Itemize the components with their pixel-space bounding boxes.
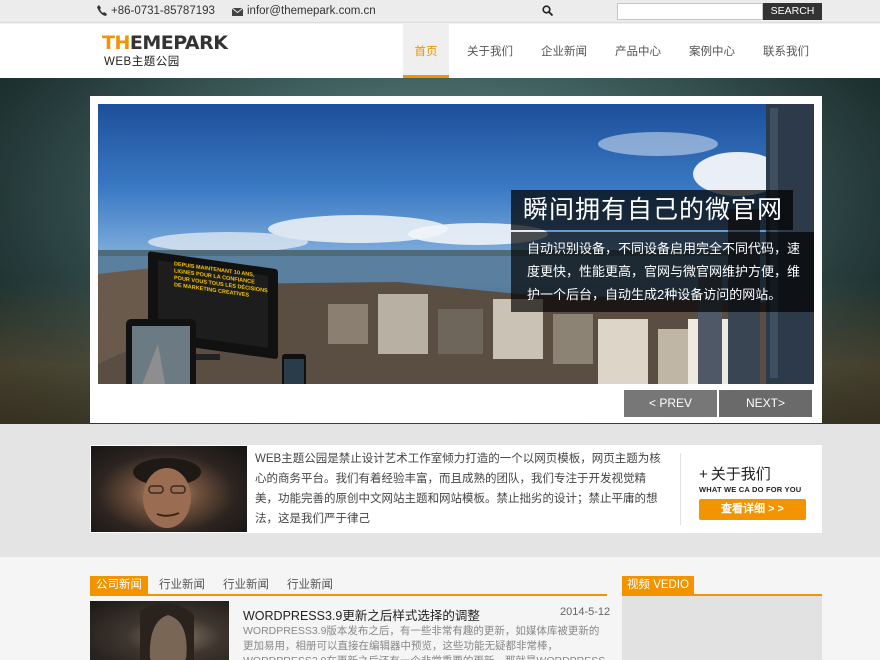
view-details-button[interactable]: 查看详细 > > (699, 499, 806, 520)
mail-icon (231, 7, 244, 19)
tab-industry-news[interactable]: 行业新闻 (150, 576, 214, 594)
news-description: WORDPRESS3.9版本发布之后，有一些非常有趣的更新，如媒体库被更新的更加… (243, 625, 605, 660)
nav-item-products[interactable]: 产品中心 (601, 24, 675, 78)
news-tabs: 公司新闻 行业新闻 行业新闻 行业新闻 (90, 576, 607, 596)
top-bar: +86-0731-85787193 infor@themepark.com.cn… (0, 0, 880, 23)
video-tabs: 视频 VEDIO (622, 576, 822, 596)
plus-icon: + (699, 466, 708, 483)
search-input[interactable] (617, 3, 763, 20)
search-icon[interactable] (542, 5, 554, 19)
logo-wordmark: THEMEPARK (102, 32, 228, 54)
about-box: WEB主题公园是禁止设计艺术工作室倾力打造的一个以网页模板，网页主题为核心的商务… (90, 445, 822, 533)
nav-item-cases[interactable]: 案例中心 (675, 24, 749, 78)
news-portrait-illustration (140, 602, 194, 660)
slider: DEPUIS MAINTENANT 10 ANS, LIGNES POUR LA… (90, 96, 822, 423)
about-more: + 关于我们 WHAT WE CA DO FOR YOU 查看详细 > > (699, 463, 806, 520)
slide-text: 自动识别设备，不同设备启用完全不同代码，速度更快，性能更高，官网与微官网维护方便… (511, 232, 814, 312)
nav-item-about[interactable]: 关于我们 (453, 24, 527, 78)
about-text: WEB主题公园是禁止设计艺术工作室倾力打造的一个以网页模板，网页主题为核心的商务… (255, 453, 661, 525)
portrait-illustration (133, 458, 201, 528)
nav-item-company-news[interactable]: 企业新闻 (527, 24, 601, 78)
hero-banner: DEPUIS MAINTENANT 10 ANS, LIGNES POUR LA… (0, 78, 880, 424)
news-section: 公司新闻 行业新闻 行业新闻 行业新闻 WORDPRESS3.9更新之后样式选择… (0, 557, 880, 660)
about-more-title: + 关于我们 (699, 466, 771, 483)
slide-image: DEPUIS MAINTENANT 10 ANS, LIGNES POUR LA… (98, 104, 814, 384)
tab-industry-news-2[interactable]: 行业新闻 (214, 576, 278, 594)
tab-video[interactable]: 视频 VEDIO (622, 576, 694, 594)
site-logo[interactable]: THEMEPARK WEB主题公园 (102, 32, 228, 69)
slide-caption: 瞬间拥有自己的微官网 自动识别设备，不同设备启用完全不同代码，速度更快，性能更高… (511, 190, 814, 312)
email-info: infor@themepark.com.cn (231, 5, 376, 19)
slider-prev-button[interactable]: < PREV (624, 390, 717, 417)
tab-company-news[interactable]: 公司新闻 (90, 576, 148, 594)
about-section: WEB主题公园是禁止设计艺术工作室倾力打造的一个以网页模板，网页主题为核心的商务… (0, 424, 880, 557)
about-photo (91, 446, 247, 532)
tab-industry-news-3[interactable]: 行业新闻 (278, 576, 342, 594)
nav-item-home[interactable]: 首页 (403, 24, 449, 78)
phone-info: +86-0731-85787193 (97, 5, 215, 19)
slide-title: 瞬间拥有自己的微官网 (511, 190, 794, 230)
nav-item-contact[interactable]: 联系我们 (749, 24, 823, 78)
main-nav: 首页 关于我们 企业新闻 产品中心 案例中心 联系我们 (403, 24, 823, 78)
email-address[interactable]: infor@themepark.com.cn (247, 5, 376, 17)
divider (680, 453, 681, 525)
phone-number: +86-0731-85787193 (111, 5, 215, 17)
about-more-subtitle: WHAT WE CA DO FOR YOU (699, 485, 802, 494)
news-date: 2014-5-12 (560, 606, 611, 618)
news-thumbnail[interactable] (90, 601, 229, 660)
search-button[interactable]: SEARCH (763, 3, 822, 20)
slider-next-button[interactable]: NEXT> (719, 390, 812, 417)
logo-subtitle: WEB主题公园 (104, 56, 180, 68)
news-title[interactable]: WORDPRESS3.9更新之后样式选择的调整 (243, 605, 480, 624)
phone-icon (97, 5, 107, 19)
video-player[interactable] (622, 596, 822, 660)
header: THEMEPARK WEB主题公园 首页 关于我们 企业新闻 产品中心 案例中心… (0, 24, 880, 78)
